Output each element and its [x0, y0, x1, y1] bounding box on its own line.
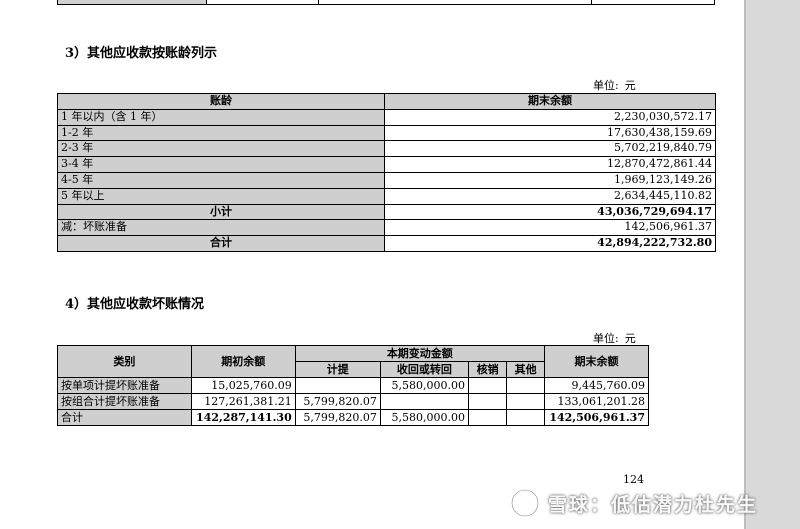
table-row: 1 年以内（含 1 年） 2,230,030,572.17 [57, 108, 716, 126]
section3-heading: 3）其他应收款按账龄列示 [65, 46, 218, 61]
table-row: 按组合计提坏账准备 127,261,381.21 5,799,820.07 13… [57, 393, 650, 410]
unit-label: 单位: [593, 332, 619, 345]
row-recovery [379, 393, 469, 410]
total-value: 42,894,222,732.80 [384, 235, 716, 252]
bad-debt-table: 类别 期初余额 本期变动金额 期末余额 计提 收回或转回 核销 其他 按单项计提… [57, 345, 650, 426]
subtotal-value: 43,036,729,694.17 [384, 203, 716, 221]
row-label: 2-3 年 [57, 140, 385, 158]
section4-unit: 单位: 元 [593, 330, 636, 346]
section3-unit: 单位: 元 [593, 77, 636, 93]
row-accrual: 5,799,820.07 [294, 393, 381, 410]
row-label: 3-4 年 [57, 156, 385, 173]
header-age: 账龄 [57, 93, 385, 110]
row-label: 5 年以上 [57, 187, 385, 205]
row-value: 1,969,123,149.26 [384, 171, 716, 189]
table-row: 5 年以上 2,634,445,110.82 [57, 187, 716, 205]
header-other: 其他 [506, 361, 545, 378]
subtotal-row: 小计 43,036,729,694.17 [57, 203, 716, 221]
table-header-row: 类别 期初余额 本期变动金额 期末余额 [57, 345, 650, 378]
watermark-text: 雪球：低估潜力杜先生 [548, 493, 759, 516]
header-writeoff: 核销 [467, 361, 508, 378]
subtotal-label: 小计 [57, 203, 385, 221]
aging-table: 账龄 期末余额 1 年以内（含 1 年） 2,230,030,572.17 1-… [57, 93, 716, 252]
header-accrual: 计提 [294, 361, 381, 378]
table-row: 4-5 年 1,969,123,149.26 [57, 171, 716, 189]
watermark: 雪球：低估潜力杜先生 [510, 486, 758, 520]
total-other [506, 409, 545, 426]
table-row: 3-4 年 12,870,472,861.44 [57, 156, 716, 173]
unit-value: 元 [624, 79, 636, 92]
header-beginning: 期初余额 [190, 345, 296, 378]
total-label: 合计 [57, 235, 385, 252]
allowance-value: 142,506,961.37 [384, 219, 716, 237]
table-row: 1-2 年 17,630,438,159.69 [57, 124, 716, 142]
header-ending: 期末余额 [384, 93, 716, 110]
total-row: 合计 42,894,222,732.80 [57, 235, 716, 252]
table-header-row: 账龄 期末余额 [57, 93, 716, 110]
row-other [506, 393, 545, 410]
total-beginning: 142,287,141.30 [190, 409, 296, 426]
row-writeoff [467, 377, 508, 394]
section4-heading: 4）其他应收款坏账情况 [65, 297, 205, 312]
row-value: 2,230,030,572.17 [384, 108, 716, 126]
total-writeoff [467, 409, 508, 426]
header-category: 类别 [57, 345, 192, 378]
row-beginning: 127,261,381.21 [190, 393, 296, 410]
row-accrual [294, 377, 381, 394]
header-recovery: 收回或转回 [379, 361, 469, 378]
row-category: 按组合计提坏账准备 [57, 393, 192, 410]
allowance-label: 减：坏账准备 [57, 219, 385, 237]
unit-value: 元 [624, 332, 636, 345]
page-number: 124 [623, 473, 644, 486]
row-label: 1-2 年 [57, 124, 385, 142]
row-value: 12,870,472,861.44 [384, 156, 716, 173]
row-ending: 133,061,201.28 [543, 393, 650, 410]
allowance-row: 减：坏账准备 142,506,961.37 [57, 219, 716, 237]
total-ending: 142,506,961.37 [543, 409, 650, 426]
previous-table-fragment [57, 0, 715, 6]
row-ending: 9,445,760.09 [543, 377, 650, 394]
table-row: 按单项计提坏账准备 15,025,760.09 5,580,000.00 9,4… [57, 377, 650, 394]
row-value: 17,630,438,159.69 [384, 124, 716, 142]
viewer-sidebar [746, 0, 800, 529]
unit-label: 单位: [593, 79, 619, 92]
row-category: 按单项计提坏账准备 [57, 377, 192, 394]
table-row: 2-3 年 5,702,219,840.79 [57, 140, 716, 158]
total-category: 合计 [57, 409, 192, 426]
row-other [506, 377, 545, 394]
snowball-logo-icon [510, 488, 540, 518]
total-accrual: 5,799,820.07 [294, 409, 381, 426]
row-beginning: 15,025,760.09 [190, 377, 296, 394]
header-ending: 期末余额 [543, 345, 650, 378]
header-change-group: 本期变动金额 [294, 345, 545, 362]
row-label: 1 年以内（含 1 年） [57, 108, 385, 126]
row-writeoff [467, 393, 508, 410]
row-label: 4-5 年 [57, 171, 385, 189]
total-row: 合计 142,287,141.30 5,799,820.07 5,580,000… [57, 409, 650, 426]
row-value: 5,702,219,840.79 [384, 140, 716, 158]
total-recovery: 5,580,000.00 [379, 409, 469, 426]
row-recovery: 5,580,000.00 [379, 377, 469, 394]
row-value: 2,634,445,110.82 [384, 187, 716, 205]
